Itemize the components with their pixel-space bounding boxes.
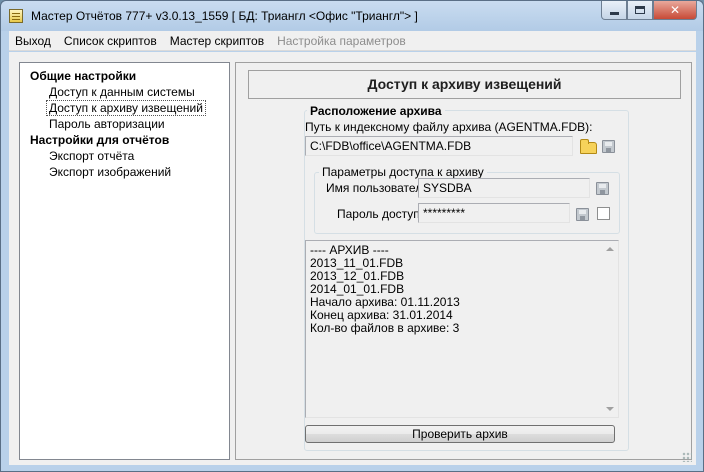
password-field[interactable]: ********* [418, 203, 570, 223]
archive-path-label: Путь к индексному файлу архива (AGENTMA.… [305, 120, 593, 134]
menu-bar: Выход Список скриптов Мастер скриптов На… [9, 31, 696, 51]
tree-item-image-export[interactable]: Экспорт изображений [20, 164, 229, 180]
tree-item-system-data-access[interactable]: Доступ к данным системы [20, 84, 229, 100]
client-area: Общие настройки Доступ к данным системы … [9, 52, 696, 465]
menu-exit[interactable]: Выход [9, 34, 58, 48]
access-params-group: Параметры доступа к архиву Имя пользоват… [314, 165, 620, 234]
archive-log[interactable]: ---- АРХИВ ---- 2013_11_01.FDB 2013_12_0… [305, 240, 619, 418]
password-label: Пароль доступа [337, 207, 427, 221]
app-report-icon[interactable] [9, 9, 23, 23]
scroll-down-icon[interactable] [606, 407, 614, 411]
show-password-checkbox[interactable] [597, 207, 610, 220]
tree-node-reports[interactable]: Настройки для отчётов [20, 132, 229, 148]
save-password-icon[interactable] [576, 208, 589, 221]
tree-item-report-export[interactable]: Экспорт отчёта [20, 148, 229, 164]
check-archive-button[interactable]: Проверить архив [305, 425, 615, 443]
tree-item-label: Доступ к архиву извещений [46, 100, 206, 116]
settings-panel: Доступ к архиву извещений Расположение а… [235, 62, 692, 460]
resize-grip-icon[interactable] [682, 452, 692, 462]
tree-item-auth-password[interactable]: Пароль авторизации [20, 116, 229, 132]
save-path-icon[interactable] [602, 140, 615, 153]
tree-item-archive-access[interactable]: Доступ к архиву извещений [20, 100, 229, 116]
maximize-button[interactable] [627, 1, 653, 20]
log-scrollbar[interactable] [602, 241, 618, 417]
archive-location-group: Расположение архива Путь к индексному фа… [304, 104, 629, 451]
menu-settings: Настройка параметров [277, 33, 406, 48]
tree-item-label: Экспорт отчёта [49, 149, 135, 163]
minimize-button[interactable] [601, 1, 627, 20]
access-group-title: Параметры доступа к архиву [319, 165, 487, 179]
scroll-up-icon[interactable] [606, 247, 614, 251]
open-folder-icon[interactable] [580, 139, 597, 154]
tree-item-label: Экспорт изображений [49, 165, 172, 179]
username-label: Имя пользователя [326, 181, 429, 195]
title-bar[interactable]: Мастер Отчётов 777+ v3.0.13_1559 [ БД: Т… [1, 1, 703, 31]
settings-tree[interactable]: Общие настройки Доступ к данным системы … [19, 62, 230, 460]
menu-script-list[interactable]: Список скриптов [58, 34, 164, 48]
log-line: Кол-во файлов в архиве: 3 [310, 321, 460, 335]
archive-path-field[interactable]: C:\FDB\office\AGENTMA.FDB [305, 136, 573, 156]
save-username-icon[interactable] [596, 182, 609, 195]
maximize-icon [635, 6, 645, 14]
archive-group-title: Расположение архива [307, 104, 445, 118]
close-button[interactable]: ✕ [653, 1, 697, 20]
menu-script-wizard[interactable]: Мастер скриптов [164, 34, 271, 48]
tree-item-label: Доступ к данным системы [49, 85, 195, 99]
tree-item-label: Пароль авторизации [49, 117, 165, 131]
username-field[interactable]: SYSDBA [418, 178, 590, 198]
main-window: Мастер Отчётов 777+ v3.0.13_1559 [ БД: Т… [0, 0, 704, 472]
minimize-icon [609, 11, 619, 15]
panel-title: Доступ к архиву извещений [248, 70, 681, 99]
window-title: Мастер Отчётов 777+ v3.0.13_1559 [ БД: Т… [31, 9, 418, 23]
window-controls: ✕ [601, 1, 697, 21]
tree-node-general[interactable]: Общие настройки [20, 68, 229, 84]
close-icon: ✕ [669, 3, 681, 17]
